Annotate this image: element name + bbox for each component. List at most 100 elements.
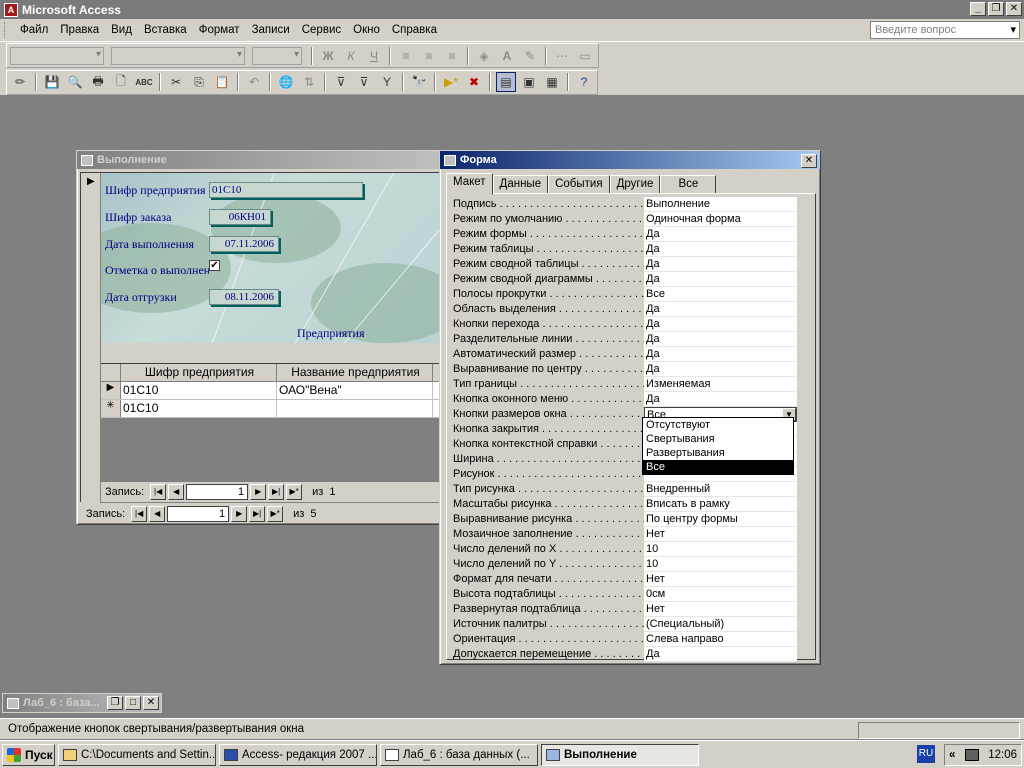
property-row[interactable]: Подпись . . . . . . . . . . . . . . . . … xyxy=(453,197,797,212)
property-sheet-caption[interactable]: Форма ✕ xyxy=(440,151,820,169)
new-record-icon[interactable]: ▶* xyxy=(441,72,461,92)
filter-by-form-icon[interactable]: ⊽ xyxy=(354,72,374,92)
property-value[interactable]: Нет xyxy=(644,527,797,542)
last-record-button[interactable]: ▶| xyxy=(249,506,266,522)
property-row[interactable]: Число делений по Y . . . . . . . . . . .… xyxy=(453,557,797,572)
taskbar-item-word[interactable]: Access- редакция 2007 ... xyxy=(219,743,377,766)
property-value[interactable]: Да xyxy=(644,362,797,377)
property-value[interactable]: Да xyxy=(644,257,797,272)
table-cell[interactable]: ОАО"Вена" xyxy=(277,382,433,399)
line-border-width-icon[interactable]: ⋯ xyxy=(552,46,572,66)
property-value[interactable]: Вписать в рамку xyxy=(644,497,797,512)
restore-button[interactable]: ❐ xyxy=(107,696,123,710)
property-row[interactable]: Тип границы . . . . . . . . . . . . . . … xyxy=(453,377,797,392)
property-value[interactable]: Да xyxy=(644,227,797,242)
property-row[interactable]: Выравнивание рисунка . . . . . . . . . .… xyxy=(453,512,797,527)
table-row[interactable]: ▶ 01С10 ОАО"Вена" xyxy=(101,382,445,400)
italic-button[interactable]: К xyxy=(341,46,361,66)
spelling-icon[interactable]: ABC xyxy=(134,72,154,92)
tab-layout[interactable]: Макет xyxy=(446,173,493,195)
last-record-button[interactable]: ▶| xyxy=(268,484,285,500)
taskbar-item-form[interactable]: Выполнение xyxy=(541,743,699,766)
menu-format[interactable]: Формат xyxy=(193,24,246,36)
network-icon[interactable] xyxy=(964,749,979,761)
property-row[interactable]: Масштабы рисунка . . . . . . . . . . . .… xyxy=(453,497,797,512)
completion-mark-checkbox[interactable]: ✔ xyxy=(209,260,220,271)
property-row[interactable]: Режим сводной диаграммы . . . . . . . . … xyxy=(453,272,797,287)
property-row[interactable]: Развернутая подтаблица . . . . . . . . .… xyxy=(453,602,797,617)
property-row[interactable]: Мозаичное заполнение . . . . . . . . . .… xyxy=(453,527,797,542)
completion-date-field[interactable]: 07.11.2006 xyxy=(209,236,279,252)
first-record-button[interactable]: |◀ xyxy=(131,506,148,522)
new-object-icon[interactable]: ▦ xyxy=(542,72,562,92)
dropdown-option-all[interactable]: Все xyxy=(643,460,793,474)
object-combo[interactable] xyxy=(10,46,104,65)
property-row[interactable]: Источник палитры . . . . . . . . . . . .… xyxy=(453,617,797,632)
ask-question-box[interactable]: Введите вопрос xyxy=(870,21,1020,39)
maximize-button[interactable]: □ xyxy=(125,696,141,710)
toolbar-grip[interactable] xyxy=(4,22,8,38)
taskbar-item-explorer[interactable]: C:\Documents and Settin... xyxy=(58,743,216,766)
new-record-button[interactable]: ▶* xyxy=(267,506,284,522)
tab-events[interactable]: События xyxy=(548,175,610,194)
property-value[interactable]: Внедренный xyxy=(644,482,797,497)
table-cell[interactable]: 01С10 xyxy=(121,382,277,399)
order-code-field[interactable]: 06КН01 xyxy=(209,209,271,225)
previous-record-button[interactable]: ◀ xyxy=(149,506,166,522)
menu-insert[interactable]: Вставка xyxy=(138,24,193,36)
property-row[interactable]: Допускается перемещение . . . . . . . . … xyxy=(453,647,797,662)
property-value[interactable]: Да xyxy=(644,272,797,287)
property-row[interactable]: Автоматический размер . . . . . . . . . … xyxy=(453,347,797,362)
menu-file[interactable]: Файл xyxy=(14,24,54,36)
new-record-button[interactable]: ▶* xyxy=(286,484,303,500)
close-button[interactable]: ✕ xyxy=(1006,2,1022,16)
paste-icon[interactable]: 📋 xyxy=(212,72,232,92)
close-button[interactable]: ✕ xyxy=(801,154,817,168)
property-row[interactable]: Ориентация . . . . . . . . . . . . . . .… xyxy=(453,632,797,647)
property-value[interactable]: Да xyxy=(644,317,797,332)
language-indicator[interactable]: RU xyxy=(917,745,935,763)
special-effect-icon[interactable]: ▭ xyxy=(575,46,595,66)
dropdown-option-none[interactable]: Отсутствуют xyxy=(643,418,793,432)
underline-button[interactable]: Ч xyxy=(364,46,384,66)
shipping-date-field[interactable]: 08.11.2006 xyxy=(209,289,279,305)
company-code-field[interactable]: 01С10 xyxy=(209,182,363,198)
delete-record-icon[interactable]: ✖ xyxy=(464,72,484,92)
database-window-icon[interactable]: ▣ xyxy=(519,72,539,92)
property-value[interactable]: Одиночная форма xyxy=(644,212,797,227)
property-row[interactable]: Полосы прокрутки . . . . . . . . . . . .… xyxy=(453,287,797,302)
font-name-combo[interactable] xyxy=(111,46,245,65)
file-search-icon[interactable]: 🔍 xyxy=(65,72,85,92)
cut-icon[interactable]: ✂ xyxy=(166,72,186,92)
property-value[interactable]: Нет xyxy=(644,572,797,587)
minimized-database-window[interactable]: Лаб_6 : база... ❐ □ ✕ xyxy=(2,693,162,713)
start-button[interactable]: Пуск xyxy=(2,743,55,766)
column-header[interactable]: Шифр предприятия xyxy=(121,364,277,381)
previous-record-button[interactable]: ◀ xyxy=(168,484,185,500)
help-icon[interactable]: ? xyxy=(574,72,594,92)
menu-tools[interactable]: Сервис xyxy=(296,24,347,36)
column-header[interactable]: Название предприятия xyxy=(277,364,433,381)
first-record-button[interactable]: |◀ xyxy=(150,484,167,500)
minimize-button[interactable]: _ xyxy=(970,2,986,16)
tray-expand-icon[interactable]: « xyxy=(949,749,955,761)
property-row[interactable]: Разделительные линии . . . . . . . . . .… xyxy=(453,332,797,347)
property-value[interactable]: 0см xyxy=(644,587,797,602)
menu-view[interactable]: Вид xyxy=(105,24,138,36)
restore-button[interactable]: ❐ xyxy=(988,2,1004,16)
property-value[interactable]: Да xyxy=(644,302,797,317)
line-color-icon[interactable]: ✎ xyxy=(520,46,540,66)
insert-hyperlink-icon[interactable]: 🌐 xyxy=(276,72,296,92)
align-center-icon[interactable]: ≡ xyxy=(419,46,439,66)
menu-records[interactable]: Записи xyxy=(246,24,296,36)
copy-icon[interactable]: ⎘ xyxy=(189,72,209,92)
save-icon[interactable]: 💾 xyxy=(42,72,62,92)
property-row[interactable]: Число делений по X . . . . . . . . . . .… xyxy=(453,542,797,557)
view-icon[interactable]: ✏ xyxy=(10,72,30,92)
dropdown-option-maximize[interactable]: Развертывания xyxy=(643,446,793,460)
taskbar-item-access-db[interactable]: Лаб_6 : база данных (... xyxy=(380,743,538,766)
record-number-input[interactable]: 1 xyxy=(167,506,230,522)
property-value[interactable]: (Специальный) xyxy=(644,617,797,632)
property-row[interactable]: Режим формы . . . . . . . . . . . . . . … xyxy=(453,227,797,242)
undo-icon[interactable]: ↶ xyxy=(244,72,264,92)
